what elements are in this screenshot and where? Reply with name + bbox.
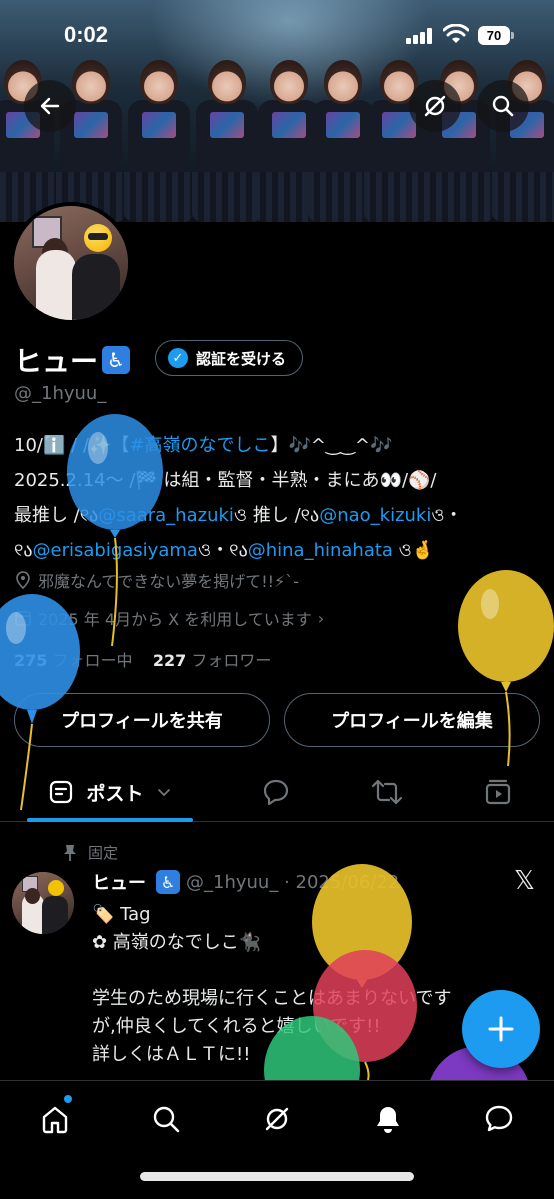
search-icon [153,1106,180,1133]
search-icon [492,95,514,117]
pinned-label: 固定 [88,844,119,862]
balloon-green [264,1016,360,1080]
bio-text: ও 推し /୧ა [233,505,320,526]
profile-name: ヒュー [14,345,99,378]
nav-explore[interactable] [144,1097,188,1141]
followers-label: フォロワー [191,651,272,670]
wifi-icon [443,24,469,43]
chevron-down-icon [157,789,170,797]
bottom-navigation [0,1080,554,1199]
grok-icon [424,95,446,117]
balloon-yellow-1 [458,570,554,767]
compose-post-button[interactable] [462,990,540,1068]
plus-icon [488,1016,514,1042]
bio-text: ও・୧ა [197,540,248,561]
back-button[interactable] [24,80,76,132]
bio-text: 】🎶^‿‿^🎶 [270,435,393,456]
banner-person [56,60,126,222]
bio-text: ୧ა [14,540,33,561]
nav-notifications[interactable] [366,1097,410,1141]
profile-avatar[interactable] [10,202,132,324]
followers-count: 227 [152,651,187,670]
x-logo-icon: 𝕏 [514,866,535,896]
grok-button[interactable] [409,80,461,132]
bio-text: ও・ [431,505,463,526]
location-pin-icon [16,571,30,589]
active-tab-indicator [27,818,193,822]
nav-home[interactable] [33,1097,77,1141]
tab-replies[interactable] [250,764,302,820]
pin-icon [64,844,76,861]
reply-icon [263,779,289,806]
media-icon [485,779,511,805]
pinned-indicator: 固定 [62,842,118,863]
post-author-name[interactable]: ヒュー [92,869,146,895]
chevron-right-icon: › [317,608,325,628]
banner-person [192,60,262,222]
nav-messages[interactable] [477,1097,521,1141]
grok-icon [265,1107,289,1131]
bio-text: ও🤞 [392,540,435,561]
mention-link[interactable]: @nao_kizuki [319,505,431,526]
profile-handle: @_1hyuu_ [14,383,107,404]
tab-media[interactable] [472,764,524,820]
accessibility-icon: ♿ [156,870,180,894]
verified-badge-icon: ✓ [168,348,188,368]
battery-indicator: 70 [478,26,514,45]
nav-grok[interactable] [255,1097,299,1141]
accessibility-icon: ♿ [102,346,131,374]
home-indicator [140,1172,414,1181]
home-icon [42,1106,68,1134]
status-time: 0:02 [64,22,109,47]
repost-icon [371,779,403,805]
unread-dot [64,1095,72,1103]
tab-posts-label: ポスト [86,782,144,805]
chat-bubble-icon [485,1105,513,1132]
get-verified-button[interactable]: ✓ 認証を受ける [155,340,304,376]
mention-link[interactable]: @hina_hinahata [248,540,393,561]
search-button[interactable] [477,80,529,132]
arrow-left-icon [40,97,60,115]
tab-reposts[interactable] [361,764,413,820]
followers-link[interactable]: 227 フォロワー [153,651,272,670]
cover-emoji [84,224,112,252]
status-bar: 0:02 70 [0,0,554,74]
profile-name-row: ヒュー ♿ [14,340,131,380]
verify-label: 認証を受ける [196,349,287,368]
post-avatar[interactable] [12,872,74,934]
cover-emoji [48,880,64,896]
banner-person [124,60,194,222]
balloon-blue-2 [0,594,80,811]
cellular-signal-icon [406,28,434,44]
bell-icon [377,1107,399,1133]
